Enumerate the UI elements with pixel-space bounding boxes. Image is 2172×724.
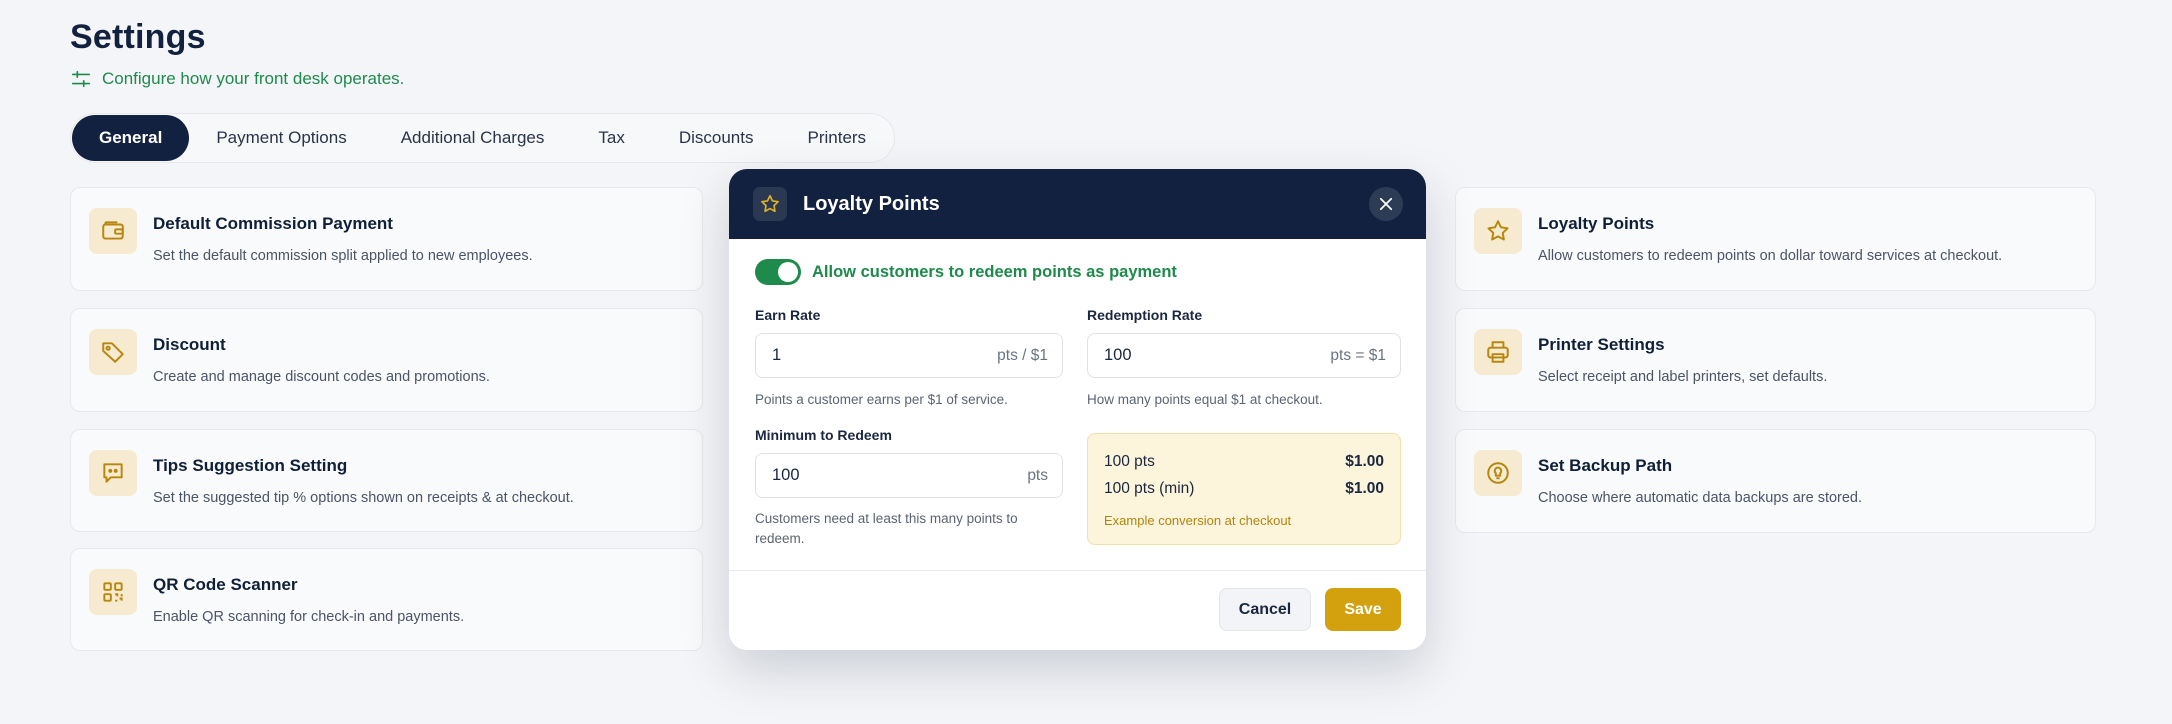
card-description: Enable QR scanning for check-in and paym…: [153, 609, 465, 625]
redemption-rate-input[interactable]: 100 pts = $1: [1087, 333, 1401, 378]
redeem-points-toggle[interactable]: [755, 259, 801, 285]
card-title: Default Commission Payment: [153, 214, 393, 233]
close-button[interactable]: [1369, 187, 1403, 221]
lightbulb-icon: [1474, 450, 1522, 496]
card-description: Set the default commission split applied…: [153, 248, 533, 264]
card-tips-suggestion[interactable]: Tips Suggestion Setting Set the suggeste…: [70, 429, 703, 532]
minimum-input[interactable]: 100 pts: [755, 453, 1063, 498]
wallet-icon: [89, 208, 137, 254]
settings-tabs: General Payment Options Additional Charg…: [70, 113, 895, 163]
printer-icon: [1474, 329, 1522, 375]
modal-header: Loyalty Points: [729, 169, 1426, 239]
tab-tax[interactable]: Tax: [571, 115, 651, 161]
card-backup-path[interactable]: Set Backup Path Choose where automatic d…: [1455, 429, 2096, 533]
tab-printers[interactable]: Printers: [780, 115, 893, 161]
tab-additional-charges[interactable]: Additional Charges: [374, 115, 572, 161]
toggle-label: Allow customers to redeem points as paym…: [812, 262, 1177, 281]
save-button[interactable]: Save: [1325, 588, 1401, 631]
minimum-label: Minimum to Redeem: [755, 427, 892, 443]
minimum-help: Customers need at least this many points…: [755, 511, 1018, 546]
card-title: QR Code Scanner: [153, 575, 298, 594]
page-subtitle: Configure how your front desk operates.: [70, 68, 404, 90]
example-points: 100 pts (min): [1104, 480, 1195, 497]
sliders-icon: [71, 70, 91, 88]
card-description: Create and manage discount codes and pro…: [153, 369, 490, 385]
earn-rate-label: Earn Rate: [755, 307, 821, 323]
tab-discounts[interactable]: Discounts: [652, 115, 781, 161]
earn-rate-input[interactable]: 1 pts / $1: [755, 333, 1063, 378]
example-conversion-box: 100 pts $1.00 100 pts (min) $1.00 Exampl…: [1087, 433, 1401, 545]
earn-rate-value: 1: [772, 346, 782, 364]
modal-divider: [729, 570, 1426, 571]
star-icon: [1474, 208, 1522, 254]
loyalty-points-modal: Loyalty Points Allow customers to redeem…: [729, 169, 1426, 650]
close-icon: [1379, 197, 1393, 211]
card-title: Printer Settings: [1538, 335, 1665, 354]
minimum-value: 100: [772, 466, 800, 484]
cancel-button[interactable]: Cancel: [1219, 588, 1311, 631]
card-discount[interactable]: Discount Create and manage discount code…: [70, 308, 703, 412]
card-description: Choose where automatic data backups are …: [1538, 490, 1863, 506]
card-description: Select receipt and label printers, set d…: [1538, 369, 1828, 385]
card-title: Loyalty Points: [1538, 214, 1655, 233]
redemption-rate-label: Redemption Rate: [1087, 307, 1203, 323]
earn-rate-help: Points a customer earns per $1 of servic…: [755, 392, 1008, 407]
example-row: 100 pts (min) $1.00: [1104, 480, 1384, 498]
star-icon: [753, 187, 787, 221]
subtitle-text: Configure how your front desk operates.: [102, 69, 405, 88]
earn-rate-unit: pts / $1: [997, 346, 1048, 364]
redemption-rate-help: How many points equal $1 at checkout.: [1087, 392, 1323, 407]
card-description: Set the suggested tip % options shown on…: [153, 490, 574, 506]
example-amount: $1.00: [1345, 453, 1384, 470]
example-caption: Example conversion at checkout: [1104, 513, 1292, 528]
card-title: Tips Suggestion Setting: [153, 456, 348, 475]
qr-code-icon: [89, 569, 137, 615]
minimum-unit: pts: [1027, 466, 1048, 484]
redeem-toggle-row: Allow customers to redeem points as paym…: [755, 259, 1177, 285]
redemption-rate-unit: pts = $1: [1330, 346, 1386, 364]
card-default-commission[interactable]: Default Commission Payment Set the defau…: [70, 187, 703, 291]
example-points: 100 pts: [1104, 453, 1155, 470]
card-title: Set Backup Path: [1538, 456, 1673, 475]
tag-icon: [89, 329, 137, 375]
example-amount: $1.00: [1345, 480, 1384, 497]
card-printer-settings[interactable]: Printer Settings Select receipt and labe…: [1455, 308, 2096, 412]
card-title: Discount: [153, 335, 226, 354]
card-description: Allow customers to redeem points on doll…: [1538, 248, 2003, 264]
redemption-rate-value: 100: [1104, 346, 1132, 364]
modal-title: Loyalty Points: [803, 192, 940, 215]
card-qr-scanner[interactable]: QR Code Scanner Enable QR scanning for c…: [70, 548, 703, 651]
tab-payment-options[interactable]: Payment Options: [189, 115, 373, 161]
message-icon: [89, 450, 137, 496]
example-row: 100 pts $1.00: [1104, 453, 1384, 471]
page-title: Settings: [70, 18, 206, 56]
card-loyalty-points[interactable]: Loyalty Points Allow customers to redeem…: [1455, 187, 2096, 291]
tab-general[interactable]: General: [72, 115, 190, 161]
